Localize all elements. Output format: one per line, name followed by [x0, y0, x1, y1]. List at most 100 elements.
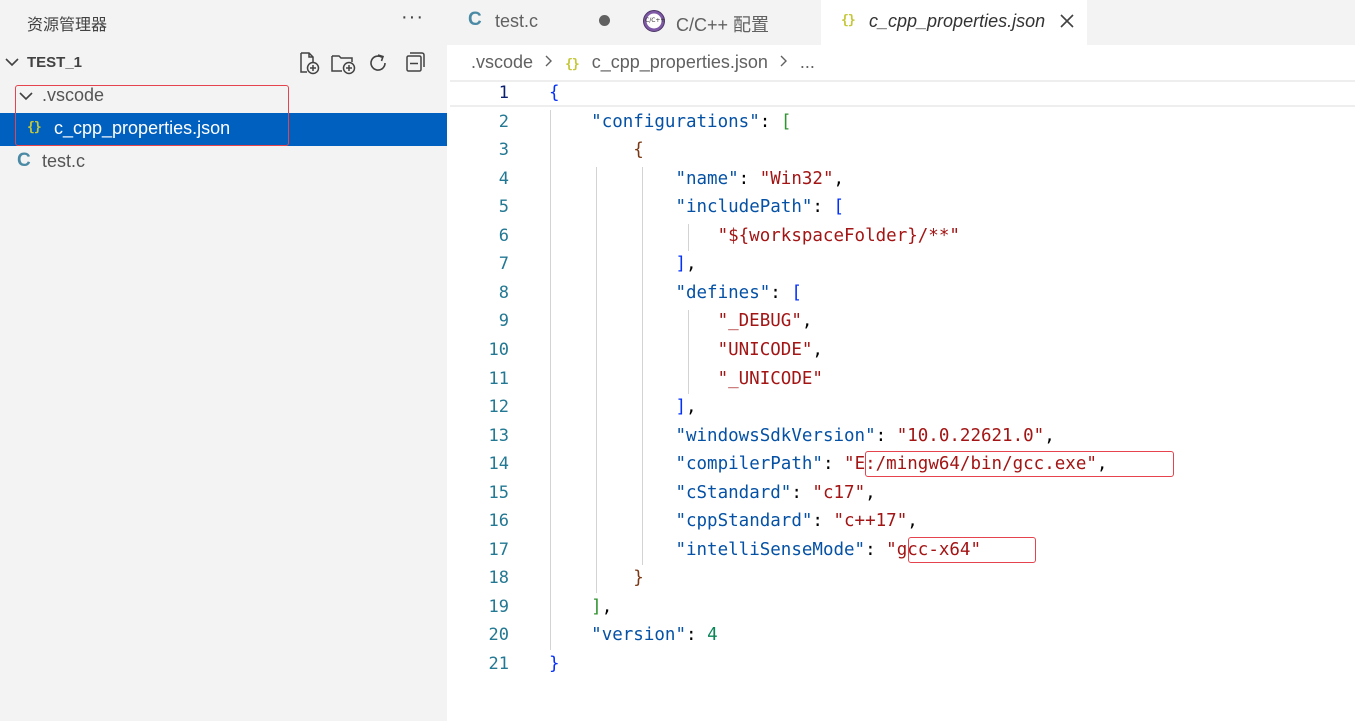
tab-label: c_cpp_properties.json: [869, 11, 1046, 31]
code-token: :: [822, 454, 845, 475]
code-token: :: [791, 482, 813, 503]
new-folder-icon[interactable]: [330, 51, 356, 75]
line-number: 20: [488, 625, 509, 646]
workspace-header[interactable]: TEST_1: [0, 47, 447, 79]
new-file-icon[interactable]: [296, 51, 320, 75]
tree-file-test-c[interactable]: C test.c: [0, 146, 447, 179]
line-number: 16: [488, 511, 509, 532]
line-number: 13: [488, 425, 509, 446]
line-number: 7: [498, 254, 509, 275]
more-actions-button[interactable]: ···: [401, 6, 424, 29]
code-token: "version": [591, 625, 686, 646]
indent-guide: [688, 310, 689, 394]
modified-dot-icon[interactable]: [599, 15, 610, 26]
code-token: "cStandard": [675, 482, 792, 503]
chevron-right-icon: [780, 55, 787, 67]
line-number: 4: [498, 168, 509, 189]
line-number: 5: [498, 197, 509, 218]
code-line: "configurations": [: [549, 112, 791, 132]
code-token: "cppStandard": [675, 511, 813, 532]
indent-guide: [550, 110, 551, 650]
code-token: ,: [812, 339, 823, 360]
code-token: "configurations": [591, 111, 760, 132]
line-number: 8: [498, 282, 509, 303]
breadcrumb-more[interactable]: ...: [800, 52, 815, 73]
breadcrumb-folder[interactable]: .vscode: [471, 52, 533, 73]
code-line: }: [549, 654, 560, 674]
chevron-down-icon: [5, 58, 19, 67]
code-line: "cppStandard": "c++17",: [549, 511, 918, 532]
close-icon[interactable]: [1059, 13, 1075, 29]
line-number: 9: [498, 311, 509, 332]
code-token: "UNICODE": [717, 339, 813, 360]
line-number: 6: [498, 225, 509, 246]
code-token: [: [780, 111, 792, 132]
code-line: "windowsSdkVersion": "10.0.22621.0",: [549, 425, 1054, 446]
code-editor[interactable]: 1 2 3 4 5 6 7 8 9 10 11 12 13 14 15 16 17 18 19 20 21 { "con…: [447, 80, 1355, 721]
code-token: ,: [907, 511, 918, 532]
code-line: "${workspaceFolder}/**": [549, 226, 960, 246]
highlight-box: [908, 537, 1036, 563]
code-token: "compilerPath": [675, 454, 823, 475]
tab-c-cpp-properties[interactable]: {} c_cpp_properties.json: [821, 0, 1087, 45]
code-line: {: [549, 83, 560, 103]
code-token: ,: [685, 397, 697, 418]
breadcrumb-file[interactable]: c_cpp_properties.json: [592, 52, 768, 73]
code-token: [: [791, 282, 802, 303]
code-token: "intelliSenseMode": [675, 539, 866, 560]
code-token: :: [685, 625, 708, 646]
explorer-header: 资源管理器 ···: [0, 0, 447, 44]
refresh-icon[interactable]: [366, 51, 390, 75]
code-line: {: [549, 140, 644, 160]
code-token: ,: [833, 168, 845, 189]
code-token: :: [875, 425, 897, 446]
c-file-icon: C: [17, 150, 31, 171]
code-token: ,: [685, 254, 697, 275]
indent-guide: [642, 167, 643, 565]
tab-label: test.c: [495, 11, 539, 31]
code-token: "${workspaceFolder}/**": [717, 225, 960, 246]
json-file-icon: {}: [565, 57, 580, 72]
code-token: ,: [865, 482, 876, 503]
code-token: :: [759, 111, 781, 132]
code-token: "10.0.22621.0": [896, 425, 1045, 446]
code-line: "defines": [: [549, 282, 802, 303]
collapse-all-icon[interactable]: [402, 51, 426, 75]
line-number: 18: [488, 568, 509, 589]
code-token: "Win32": [759, 168, 834, 189]
editor-tab-bar: C test.c C/C++ C/C++ 配置 {} c_cpp_propert…: [447, 0, 1355, 45]
line-number: 10: [488, 339, 509, 360]
c-file-icon: C: [468, 9, 482, 30]
code-line: "UNICODE",: [549, 340, 823, 360]
code-token: :: [865, 539, 887, 560]
line-number: 17: [488, 539, 509, 560]
code-token: "c++17": [833, 511, 908, 532]
tab-cpp-config[interactable]: C/C++ C/C++ 配置: [627, 0, 819, 45]
code-token: :: [812, 197, 834, 218]
code-token: 4: [707, 625, 718, 646]
code-token: ,: [601, 596, 613, 617]
tab-test-c[interactable]: C test.c: [447, 0, 626, 45]
current-line-highlight: [450, 80, 1355, 107]
json-file-icon: {}: [841, 13, 856, 28]
code-token: ]: [675, 254, 686, 275]
highlight-box: [865, 451, 1174, 477]
code-line: "_UNICODE": [549, 369, 823, 389]
line-number: 12: [488, 397, 509, 418]
line-number: 1: [498, 83, 509, 103]
code-line: "name": "Win32",: [549, 169, 844, 189]
